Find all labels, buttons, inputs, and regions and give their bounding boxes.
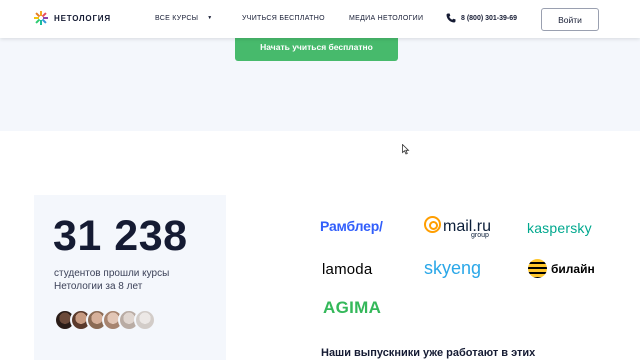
skyeng-logo: skyeng (424, 258, 482, 278)
mouse-cursor-icon (402, 144, 410, 155)
phone-icon (446, 13, 456, 23)
caret-down-icon: ▼ (207, 15, 213, 21)
nav-all-courses-label: ВСЕ КУРСЫ (155, 15, 199, 22)
rambler-logo: Рамблер/ (320, 218, 383, 234)
hero-band: Начать учиться бесплатно (0, 33, 640, 131)
phone-link[interactable]: 8 (800) 301-39-69 (446, 13, 517, 23)
at-sign-icon (424, 216, 441, 233)
nav-all-courses[interactable]: ВСЕ КУРСЫ ▼ (155, 15, 213, 22)
student-avatars (54, 309, 156, 331)
login-button[interactable]: Войти (541, 8, 599, 31)
avatar (134, 309, 156, 331)
nav-learn-free[interactable]: УЧИТЬСЯ БЕСПЛАТНО (242, 15, 325, 22)
mailru-group-logo: mail.ru group (424, 214, 491, 239)
kaspersky-logo: kaspersky (527, 220, 592, 236)
cta-label: Начать учиться бесплатно (260, 42, 373, 52)
logo-text: НЕТОЛОГИЯ (54, 13, 111, 23)
beeline-text: билайн (551, 261, 595, 276)
phone-number: 8 (800) 301-39-69 (461, 14, 518, 22)
beeline-stripes-icon (528, 259, 547, 278)
agima-logo: AGIMA (323, 298, 382, 317)
graduates-heading: Наши выпускники уже работают в этих (321, 347, 536, 359)
nav-media[interactable]: МЕДИА НЕТОЛОГИИ (349, 15, 423, 22)
beeline-logo: билайн (528, 259, 595, 278)
lamoda-logo: lamoda (322, 261, 373, 278)
netology-logo[interactable]: НЕТОЛОГИЯ (34, 11, 111, 25)
students-caption: студентов прошли курсы Нетологии за 8 ле… (54, 268, 170, 292)
students-stats-card: 31 238 студентов прошли курсы Нетологии … (34, 195, 226, 360)
site-header: НЕТОЛОГИЯ ВСЕ КУРСЫ ▼ УЧИТЬСЯ БЕСПЛАТНО М… (0, 0, 640, 38)
mailru-group-text: group (471, 232, 489, 239)
students-count: 31 238 (53, 212, 188, 260)
netology-logo-icon (34, 11, 48, 25)
